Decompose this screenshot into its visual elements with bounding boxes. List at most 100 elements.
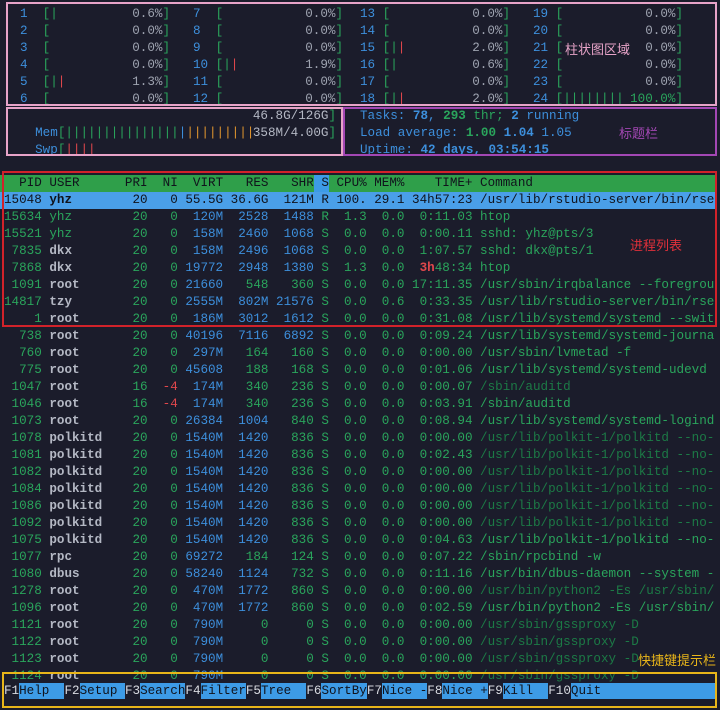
- cell-time: 0:00.00: [419, 482, 473, 496]
- cell-shr: 0: [306, 652, 314, 666]
- cell-cpu: 0.0: [344, 346, 367, 360]
- cell-ni: 0: [170, 584, 178, 598]
- cell-res: 1420: [238, 499, 269, 513]
- cell-res: 0: [260, 618, 269, 632]
- cell-mem: 0.0: [381, 380, 405, 394]
- cell-res: 1420: [238, 465, 269, 479]
- process-row[interactable]: 1073 root 20 0 26384 1004 840 S 0.0 0.0 0:08.94/us…: [0, 413, 716, 430]
- cell-shr: 236: [291, 380, 314, 394]
- cell-mem: 0.0: [381, 482, 405, 496]
- cell-ni: 0: [170, 363, 178, 377]
- cell-res: 188: [245, 363, 269, 377]
- cell-command: /sbin/auditd: [480, 397, 571, 411]
- cell-state: S: [321, 397, 329, 411]
- cell-virt: 470M: [192, 601, 224, 615]
- cell-user: polkitd: [49, 465, 103, 479]
- cell-user: polkitd: [49, 482, 103, 496]
- cell-command: /usr/bin/python2 -Es /usr/sbin/: [480, 601, 715, 615]
- process-row[interactable]: 1122 root 20 0 790M 0 0 S 0.0 0.0 0:00.00/usr/sbin…: [0, 634, 716, 651]
- cell-virt: 174M: [192, 380, 224, 394]
- cell-mem: 0.0: [381, 584, 405, 598]
- cell-user: polkitd: [49, 499, 103, 513]
- cell-pri: 20: [132, 533, 148, 547]
- cell-time: 0:00.00: [419, 652, 473, 666]
- cell-res: 1420: [238, 533, 269, 547]
- cell-cpu: 0.0: [344, 618, 367, 632]
- cell-pri: 20: [132, 601, 148, 615]
- process-row[interactable]: 1046 root 16 -4 174M 340 236 S 0.0 0.0 0:03.91/sbi…: [0, 396, 716, 413]
- cell-time: 0:00.00: [419, 499, 473, 513]
- annotation-label-process-list: 进程列表: [630, 239, 683, 254]
- process-row[interactable]: 1075 polkitd 20 0 1540M 1420 836 S 0.0 0.0 0:04.63…: [0, 532, 716, 549]
- process-row[interactable]: 1078 polkitd 20 0 1540M 1420 836 S 0.0 0.0 0:00.00…: [0, 430, 716, 447]
- process-row[interactable]: 1086 polkitd 20 0 1540M 1420 836 S 0.0 0.0 0:00.00…: [0, 498, 716, 515]
- cell-res: 0: [260, 652, 269, 666]
- cell-pri: 20: [132, 329, 148, 343]
- cell-pid: 1121: [11, 618, 42, 632]
- cell-pid: 760: [19, 346, 42, 360]
- cell-pri: 20: [132, 550, 148, 564]
- cell-command: /usr/sbin/gssproxy -D: [480, 618, 639, 632]
- cell-pid: 1081: [11, 448, 42, 462]
- process-row[interactable]: 1096 root 20 0 470M 1772 860 S 0.0 0.0 0:02.59/usr…: [0, 600, 716, 617]
- cell-user: root: [49, 397, 80, 411]
- cell-state: S: [321, 482, 329, 496]
- process-row[interactable]: 1092 polkitd 20 0 1540M 1420 836 S 0.0 0.0 0:00.00…: [0, 515, 716, 532]
- cell-pri: 20: [132, 635, 148, 649]
- process-row[interactable]: 760 root 20 0 297M 164 160 S 0.0 0.0 0:00.00/usr/s…: [0, 345, 716, 362]
- cell-ni: 0: [170, 550, 178, 564]
- cell-cpu: 0.0: [344, 635, 367, 649]
- cell-virt: 40196: [185, 329, 224, 343]
- process-row[interactable]: 775 root 20 0 45608 188 168 S 0.0 0.0 0:01.06/usr/…: [0, 362, 716, 379]
- cell-command: /sbin/rpcbind -w: [480, 550, 601, 564]
- cell-shr: 0: [306, 635, 314, 649]
- cell-pri: 16: [132, 397, 148, 411]
- process-row[interactable]: 1047 root 16 -4 174M 340 236 S 0.0 0.0 0:00.07/sbi…: [0, 379, 716, 396]
- cell-mem: 0.0: [381, 635, 405, 649]
- process-row[interactable]: 1278 root 20 0 470M 1772 860 S 0.0 0.0 0:00.00/usr…: [0, 583, 716, 600]
- cell-pri: 16: [132, 380, 148, 394]
- cell-virt: 1540M: [185, 482, 224, 496]
- cell-state: S: [321, 431, 329, 445]
- process-row[interactable]: 1077 rpc 20 0 69272 184 124 S 0.0 0.0 0:07.22/sbin…: [0, 549, 716, 566]
- cell-command: /usr/lib/systemd/systemd-journa: [480, 329, 715, 343]
- cell-command: /usr/lib/polkit-1/polkitd --no-: [480, 499, 715, 513]
- cell-virt: 69272: [185, 550, 224, 564]
- cell-state: S: [321, 329, 329, 343]
- cell-state: S: [321, 363, 329, 377]
- cell-pid: 1122: [11, 635, 42, 649]
- cell-mem: 0.0: [381, 652, 405, 666]
- cell-user: root: [49, 414, 80, 428]
- process-row[interactable]: 1081 polkitd 20 0 1540M 1420 836 S 0.0 0.0 0:02.43…: [0, 447, 716, 464]
- process-row[interactable]: 738 root 20 0 40196 7116 6892 S 0.0 0.0 0:09.24/us…: [0, 328, 716, 345]
- cell-ni: 0: [170, 414, 178, 428]
- cell-pri: 20: [132, 618, 148, 632]
- cell-ni: 0: [170, 346, 178, 360]
- annotation-box-memory: [6, 107, 343, 156]
- cell-pid: 1092: [11, 516, 42, 530]
- process-row[interactable]: 1080 dbus 20 0 58240 1124 732 S 0.0 0.0 0:11.16/us…: [0, 566, 716, 583]
- cell-mem: 0.0: [381, 533, 405, 547]
- cell-time: 0:07.22: [419, 550, 473, 564]
- cell-command: /usr/lib/polkit-1/polkitd --no-: [480, 482, 715, 496]
- cell-shr: 836: [291, 465, 314, 479]
- cell-mem: 0.0: [381, 601, 405, 615]
- cell-command: /sbin/auditd: [480, 380, 571, 394]
- cell-pid: 1086: [11, 499, 42, 513]
- cell-command: /usr/lib/systemd/systemd-udevd: [480, 363, 707, 377]
- cell-virt: 1540M: [185, 516, 224, 530]
- cell-res: 184: [245, 550, 269, 564]
- cell-virt: 790M: [192, 652, 224, 666]
- process-row[interactable]: 1121 root 20 0 790M 0 0 S 0.0 0.0 0:00.00/usr/sbin…: [0, 617, 716, 634]
- cell-pri: 20: [132, 567, 148, 581]
- process-row[interactable]: 1082 polkitd 20 0 1540M 1420 836 S 0.0 0.0 0:00.00…: [0, 464, 716, 481]
- annotation-label-function-bar: 快捷键提示栏: [638, 650, 717, 669]
- cell-shr: 160: [291, 346, 314, 360]
- cell-command: /usr/lib/systemd/systemd-logind: [480, 414, 715, 428]
- process-row[interactable]: 1084 polkitd 20 0 1540M 1420 836 S 0.0 0.0 0:00.00…: [0, 481, 716, 498]
- cell-ni: 0: [170, 618, 178, 632]
- cell-pri: 20: [132, 363, 148, 377]
- cell-state: S: [321, 618, 329, 632]
- cell-shr: 836: [291, 516, 314, 530]
- process-row[interactable]: 1123 root 20 0 790M 0 0 S 0.0 0.0 0:00.00/usr/sbin…: [0, 651, 716, 668]
